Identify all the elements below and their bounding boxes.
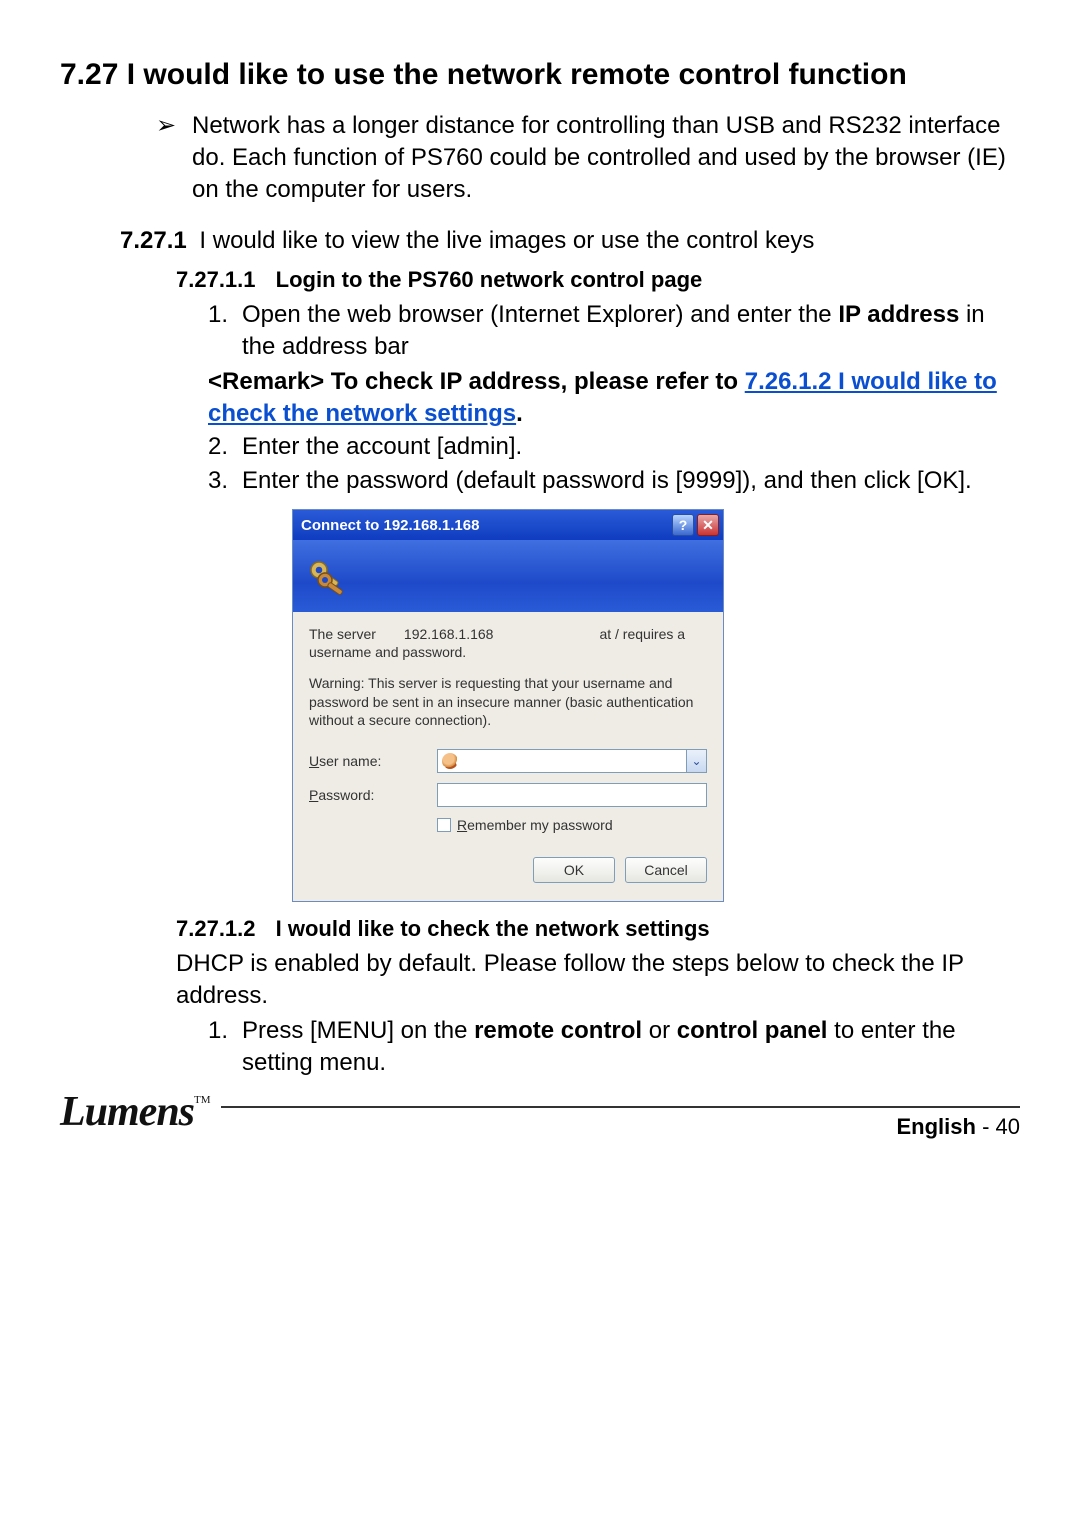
subsubsection-7-27-1-2: 7.27.1.2 I would like to check the netwo…	[176, 916, 1020, 942]
password-label: Password:	[309, 787, 437, 803]
help-button[interactable]: ?	[672, 514, 694, 536]
step-number: 2.	[208, 431, 242, 463]
page-number-block: English - 40	[897, 1108, 1021, 1140]
step-b1-mid: or	[642, 1017, 677, 1044]
password-row: Password:	[309, 783, 707, 807]
page-number: 40	[996, 1114, 1020, 1139]
language-label: English	[897, 1114, 976, 1139]
password-label-rest: assword:	[318, 787, 374, 803]
password-input[interactable]	[437, 783, 707, 807]
intro-bullet: ➢ Network has a longer distance for cont…	[156, 110, 1020, 207]
server-line-1: The server 192.168.1.168 at / requires a	[309, 626, 707, 642]
step-number: 1.	[208, 1015, 242, 1080]
username-combobox[interactable]: ⌄	[437, 749, 707, 773]
section-number: 7.27	[60, 58, 118, 91]
step-text: Enter the account [admin].	[242, 431, 1020, 463]
remark-block: <Remark> To check IP address, please ref…	[208, 366, 1020, 431]
remember-label-rest: emember my password	[467, 817, 613, 833]
logo-text: Lumens	[60, 1089, 194, 1135]
ok-button[interactable]: OK	[533, 857, 615, 883]
remark-pre: <Remark> To check IP address, please ref…	[208, 368, 745, 395]
remark-post: .	[516, 400, 523, 427]
step-3: 3. Enter the password (default password …	[208, 465, 1020, 497]
subsubsection-title: I would like to check the network settin…	[276, 916, 710, 941]
footer-dash: -	[976, 1114, 996, 1139]
step-number: 3.	[208, 465, 242, 497]
server-right: at / requires a	[599, 626, 685, 642]
section-title: I would like to use the network remote c…	[127, 58, 907, 91]
subsection-7-27-1: 7.27.1 I would like to view the live ima…	[120, 225, 1020, 257]
subsubsection-7-27-1-1: 7.27.1.1 Login to the PS760 network cont…	[176, 267, 1020, 293]
user-avatar-icon	[442, 753, 458, 769]
intro-text: Network has a longer distance for contro…	[192, 110, 1020, 207]
username-label: User name:	[309, 753, 437, 769]
step-number: 1.	[208, 299, 242, 364]
step-b1-bold1: remote control	[474, 1017, 642, 1044]
document-page: 7.27 I would like to use the network rem…	[0, 0, 1080, 1164]
step-1: 1. Open the web browser (Internet Explor…	[208, 299, 1020, 364]
step-b1-bold2: control panel	[677, 1017, 828, 1044]
dialog-titlebar: Connect to 192.168.1.168 ? ✕	[293, 510, 723, 540]
dialog-buttons: OK Cancel	[309, 857, 707, 883]
server-line-2: username and password.	[309, 644, 707, 660]
server-ip: 192.168.1.168	[404, 626, 494, 642]
dialog-title: Connect to 192.168.1.168	[301, 517, 669, 534]
step-b1-pre: Press [MENU] on the	[242, 1017, 474, 1044]
subsubsection-number: 7.27.1.1	[176, 267, 256, 292]
remember-row: Remember my password	[437, 817, 707, 833]
remember-label: Remember my password	[457, 817, 613, 833]
subsubsection-title: Login to the PS760 network control page	[276, 267, 703, 292]
remember-checkbox[interactable]	[437, 818, 451, 832]
step-text: Open the web browser (Internet Explorer)…	[242, 299, 1020, 364]
step-b1: 1. Press [MENU] on the remote control or…	[208, 1015, 1020, 1080]
username-row: User name: ⌄	[309, 749, 707, 773]
remember-accel: R	[457, 817, 467, 833]
close-button[interactable]: ✕	[697, 514, 719, 536]
password-accel: P	[309, 787, 318, 803]
cancel-button[interactable]: Cancel	[625, 857, 707, 883]
keys-icon	[305, 554, 349, 598]
section-heading: 7.27 I would like to use the network rem…	[60, 56, 1020, 94]
username-label-rest: ser name:	[319, 753, 381, 769]
step-text-pre: Open the web browser (Internet Explorer)…	[242, 301, 838, 328]
bullet-arrow-icon: ➢	[156, 110, 192, 207]
subsection-title: I would like to view the live images or …	[199, 227, 814, 254]
step-text-bold: IP address	[838, 301, 959, 328]
subsubsection-number: 7.27.1.2	[176, 916, 256, 941]
dhcp-paragraph: DHCP is enabled by default. Please follo…	[176, 948, 1020, 1013]
step-text: Enter the password (default password is …	[242, 465, 1020, 497]
subsection-number: 7.27.1	[120, 227, 187, 254]
auth-warning: Warning: This server is requesting that …	[309, 674, 707, 729]
lumens-logo: LumensTM	[60, 1088, 221, 1140]
page-footer: LumensTM English - 40	[60, 1106, 1020, 1140]
step-2: 2. Enter the account [admin].	[208, 431, 1020, 463]
step-text: Press [MENU] on the remote control or co…	[242, 1015, 1020, 1080]
auth-dialog: Connect to 192.168.1.168 ? ✕ The server 1…	[292, 509, 724, 902]
username-accel: U	[309, 753, 319, 769]
server-label: The server	[309, 626, 376, 642]
logo-tm: TM	[194, 1094, 211, 1106]
dropdown-button[interactable]: ⌄	[686, 750, 706, 772]
dialog-body: The server 192.168.1.168 at / requires a u…	[293, 612, 723, 901]
dialog-iconbar	[293, 540, 723, 612]
